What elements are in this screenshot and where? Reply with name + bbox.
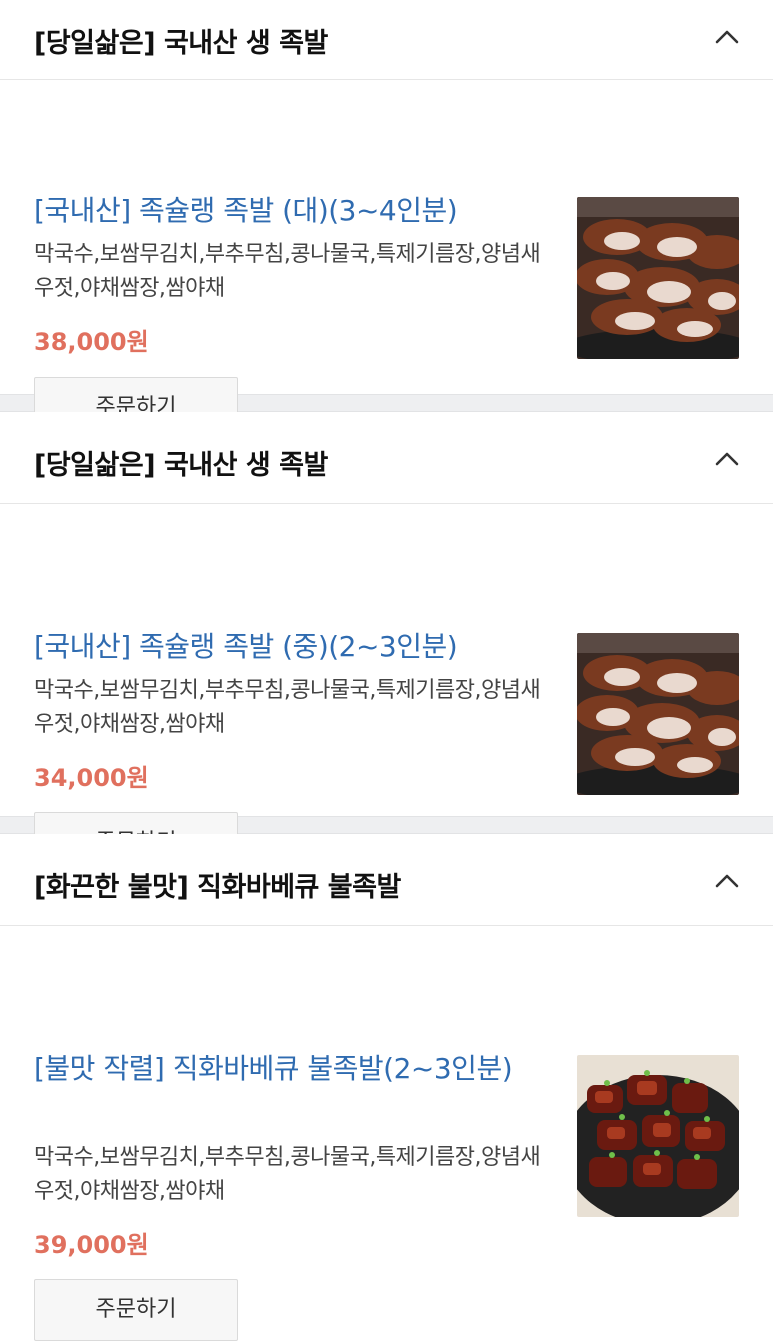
item-name[interactable]: [국내산] 족슐랭 족발 (대)(3~4인분) [34, 190, 534, 232]
section-header[interactable]: [당일삶은] 국내산 생 족발 [0, 412, 773, 504]
item-price: 39,000원 [34, 1231, 149, 1259]
menu-section-3: [화끈한 불맛] 직화바베큐 불족발 [불맛 작렬] 직화바베큐 불족발(2~3… [0, 834, 773, 1341]
jokbal-platter-image[interactable] [577, 633, 739, 795]
item-name[interactable]: [불맛 작렬] 직화바베큐 불족발(2~3인분) [34, 1048, 534, 1090]
section-header[interactable]: [당일삶은] 국내산 생 족발 [0, 0, 773, 80]
item-price: 38,000원 [34, 328, 149, 356]
section-title: [당일삶은] 국내산 생 족발 [34, 450, 328, 481]
item-description: 막국수,보쌈무김치,부추무침,콩나물국,특제기름장,양념새우젓,야채쌈장,쌈야채 [34, 1145, 541, 1204]
menu-section-1: [당일삶은] 국내산 생 족발 [국내산] 족슐랭 족발 (대)(3~4인분) … [0, 0, 773, 439]
item-price: 34,000원 [34, 764, 149, 792]
spicy-jokbal-image[interactable] [577, 1055, 739, 1217]
chevron-up-icon[interactable] [715, 872, 739, 888]
section-title: [당일삶은] 국내산 생 족발 [34, 28, 328, 59]
chevron-up-icon[interactable] [715, 450, 739, 466]
section-title: [화끈한 불맛] 직화바베큐 불족발 [34, 872, 401, 903]
item-name[interactable]: [국내산] 족슐랭 족발 (중)(2~3인분) [34, 626, 534, 668]
item-description: 막국수,보쌈무김치,부추무침,콩나물국,특제기름장,양념새우젓,야채쌈장,쌈야채 [34, 678, 541, 737]
menu-section-2: [당일삶은] 국내산 생 족발 [국내산] 족슐랭 족발 (중)(2~3인분) … [0, 412, 773, 874]
chevron-up-icon[interactable] [715, 28, 739, 44]
section-header[interactable]: [화끈한 불맛] 직화바베큐 불족발 [0, 834, 773, 926]
order-button[interactable]: 주문하기 [34, 1279, 238, 1341]
item-description: 막국수,보쌈무김치,부추무침,콩나물국,특제기름장,양념새우젓,야채쌈장,쌈야채 [34, 242, 541, 301]
jokbal-platter-image[interactable] [577, 197, 739, 359]
